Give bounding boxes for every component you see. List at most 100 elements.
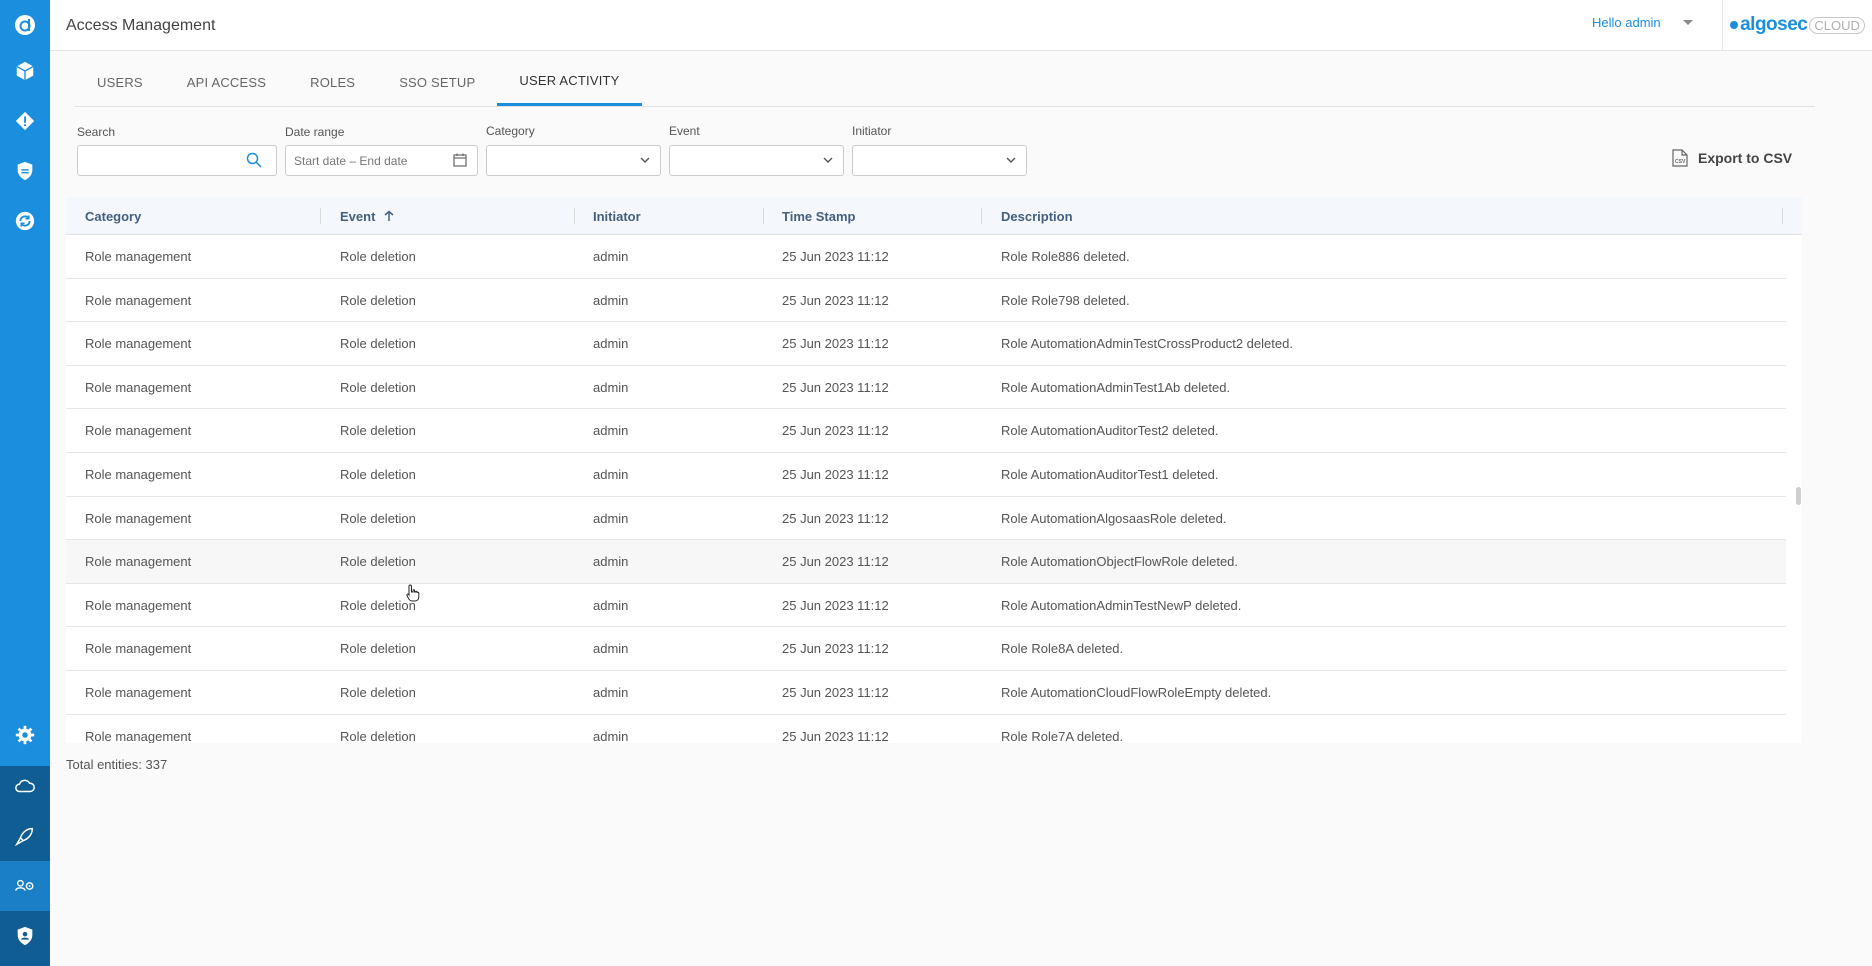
column-divider[interactable] (763, 208, 764, 224)
table-row[interactable]: Role management Role deletion admin 25 Jun … (66, 671, 1786, 715)
search-label: Search (77, 125, 116, 139)
brand-logo: algosec CLOUD (1722, 0, 1872, 50)
cell-description: Role Role8A deleted. (1001, 641, 1124, 657)
brand-dot-icon (1730, 21, 1739, 29)
export-csv-label[interactable]: Export to CSV (1698, 150, 1792, 166)
cell-event: Role deletion (340, 554, 416, 570)
settings-icon[interactable] (0, 710, 50, 760)
table-row[interactable]: Role management Role deletion admin 25 Jun … (66, 497, 1786, 541)
tab-roles[interactable]: ROLES (288, 58, 377, 106)
table-row[interactable]: Role management Role deletion admin 25 Jun … (66, 322, 1786, 366)
cell-category: Role management (85, 423, 192, 439)
date-range-input[interactable]: Start date – End date (285, 145, 478, 176)
table-row[interactable]: Role management Role deletion admin 25 Jun … (66, 584, 1786, 628)
scrollbar-thumb[interactable] (1796, 487, 1801, 505)
export-csv-button[interactable]: CSV Export to CSV (1672, 149, 1792, 167)
column-header-event[interactable]: Event (340, 197, 395, 235)
table-row[interactable]: Role management Role deletion admin 25 Jun … (66, 627, 1786, 671)
cell-initiator: admin (593, 728, 629, 743)
table-row[interactable]: Role management Role deletion admin 25 Jun … (66, 409, 1786, 453)
cell-category: Role management (85, 510, 192, 526)
initiator-select[interactable] (852, 145, 1027, 176)
column-header-description[interactable]: Description (1001, 197, 1073, 235)
cell-time-stamp: 25 Jun 2023 11:12 (782, 379, 889, 395)
end-date-placeholder: End date (359, 154, 408, 168)
cell-time-stamp: 25 Jun 2023 11:12 (782, 510, 889, 526)
cell-initiator: admin (593, 249, 629, 264)
start-date-placeholder: Start date (294, 154, 347, 168)
tab-bar: USERS API ACCESS ROLES SSO SETUP USER AC… (75, 58, 1815, 107)
cell-description: Role AutomationAdminTestCrossProduct2 de… (1001, 336, 1293, 352)
table-row[interactable]: Role management Role deletion admin 25 Jun … (66, 235, 1786, 279)
table-header: Category Event Initiator Time Stamp Desc… (66, 197, 1802, 235)
cell-event: Role deletion (340, 379, 416, 395)
column-divider[interactable] (981, 208, 982, 224)
cube-icon[interactable] (0, 46, 50, 96)
sort-ascending-icon[interactable] (383, 210, 395, 222)
user-shield-icon[interactable] (0, 911, 50, 961)
column-divider[interactable] (1782, 208, 1783, 224)
tab-users[interactable]: USERS (75, 58, 165, 106)
cell-initiator: admin (593, 554, 629, 570)
cell-time-stamp: 25 Jun 2023 11:12 (782, 597, 889, 613)
column-divider[interactable] (320, 208, 321, 224)
cell-event: Role deletion (340, 510, 416, 526)
cell-description: Role AutomationObjectFlowRole deleted. (1001, 554, 1239, 570)
table-row[interactable]: Role management Role deletion admin 25 Jun … (66, 366, 1786, 410)
tab-api-access[interactable]: API ACCESS (165, 58, 288, 106)
initiator-label: Initiator (852, 124, 892, 138)
cell-event: Role deletion (340, 336, 416, 352)
cell-category: Role management (85, 554, 192, 570)
search-input[interactable] (77, 145, 277, 176)
cell-initiator: admin (593, 423, 629, 439)
event-label: Event (669, 124, 700, 138)
tab-sso-setup[interactable]: SSO SETUP (377, 58, 497, 106)
cell-category: Role management (85, 292, 192, 308)
csv-file-icon[interactable]: CSV (1672, 149, 1688, 167)
search-icon[interactable] (246, 152, 262, 168)
cell-category: Role management (85, 728, 192, 743)
cell-initiator: admin (593, 292, 629, 308)
cell-category: Role management (85, 336, 192, 352)
cell-initiator: admin (593, 641, 629, 657)
chevron-down-icon[interactable] (823, 155, 833, 165)
shield-icon[interactable] (0, 146, 50, 196)
event-select[interactable] (669, 145, 844, 176)
cell-time-stamp: 25 Jun 2023 11:12 (782, 466, 889, 482)
scrollbar-track[interactable] (1788, 235, 1796, 743)
alert-diamond-icon[interactable] (0, 96, 50, 146)
cell-time-stamp: 25 Jun 2023 11:12 (782, 728, 889, 743)
table-row[interactable]: Role management Role deletion admin 25 Jun … (66, 715, 1786, 743)
column-header-time-stamp[interactable]: Time Stamp (782, 197, 855, 235)
users-gear-icon[interactable] (0, 861, 50, 911)
cell-initiator: admin (593, 684, 629, 700)
calendar-icon[interactable] (453, 153, 467, 167)
logo-icon[interactable] (0, 0, 50, 50)
cell-description: Role Role886 deleted. (1001, 249, 1130, 264)
column-header-initiator[interactable]: Initiator (593, 197, 641, 235)
sync-icon[interactable] (0, 196, 50, 246)
cell-time-stamp: 25 Jun 2023 11:12 (782, 423, 889, 439)
brand-name: algosec (1740, 14, 1808, 35)
chevron-down-icon[interactable] (1006, 155, 1016, 165)
column-header-event-label[interactable]: Event (340, 209, 375, 224)
tab-user-activity[interactable]: USER ACTIVITY (497, 58, 642, 106)
cell-event: Role deletion (340, 641, 416, 657)
column-divider[interactable] (574, 208, 575, 224)
column-header-category[interactable]: Category (85, 197, 141, 235)
cell-time-stamp: 25 Jun 2023 11:12 (782, 336, 889, 352)
brand-suffix: CLOUD (1809, 16, 1865, 34)
rocket-icon[interactable] (0, 811, 50, 861)
chevron-down-icon[interactable] (640, 155, 650, 165)
table-row[interactable]: Role management Role deletion admin 25 Jun … (66, 453, 1786, 497)
table-row[interactable]: Role management Role deletion admin 25 Jun … (66, 279, 1786, 323)
chevron-down-icon[interactable] (1682, 20, 1693, 25)
cell-description: Role AutomationAuditorTest2 deleted. (1001, 423, 1219, 439)
user-menu[interactable]: Hello admin (1592, 15, 1693, 30)
cell-category: Role management (85, 597, 192, 613)
table-row[interactable]: Role management Role deletion admin 25 Jun … (66, 540, 1786, 584)
cloud-icon[interactable] (0, 761, 50, 811)
user-greeting[interactable]: Hello admin (1592, 15, 1661, 30)
category-select[interactable] (486, 145, 661, 176)
cell-time-stamp: 25 Jun 2023 11:12 (782, 641, 889, 657)
